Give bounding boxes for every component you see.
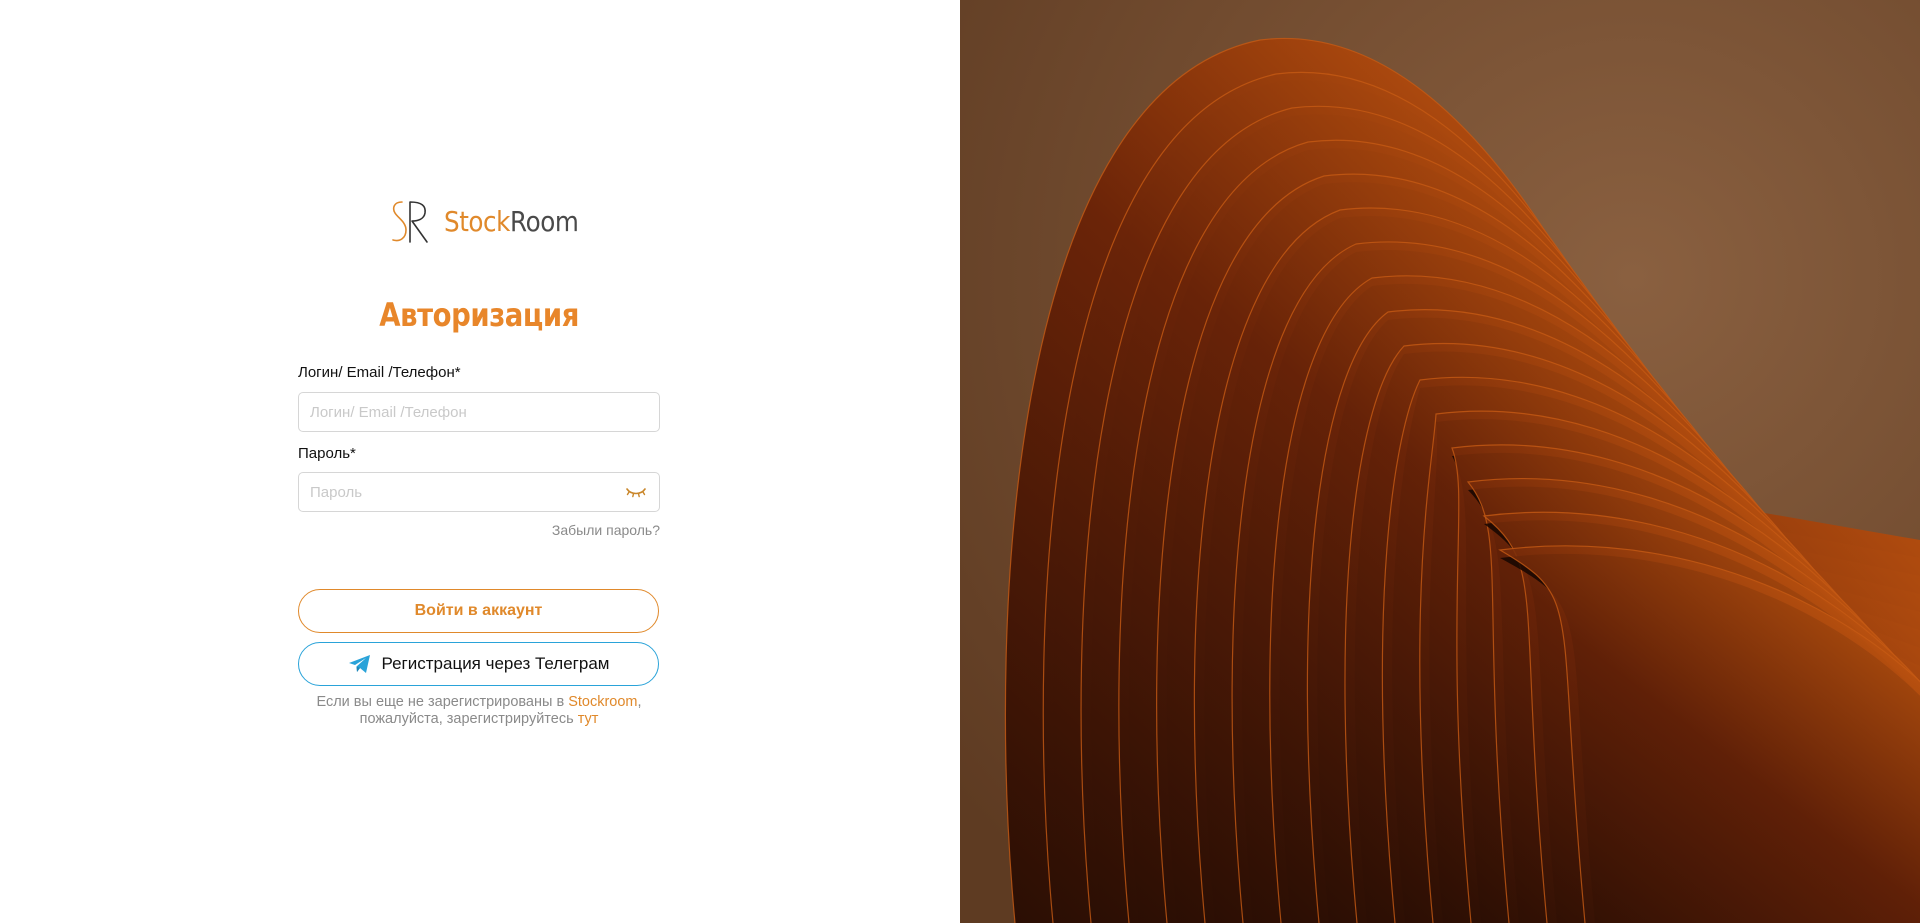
brand-name-stock: Stock: [444, 205, 510, 238]
registration-note: Если вы еще не зарегистрированы в Stockr…: [298, 694, 660, 728]
eye-closed-icon[interactable]: [625, 484, 647, 500]
note-line1-text: Если вы еще не зарегистрированы в: [316, 694, 569, 710]
page-title: Авторизация: [379, 296, 579, 334]
register-here-link[interactable]: тут: [578, 711, 599, 727]
auth-page: StockRoom Авторизация Логин/ Email /Теле…: [0, 0, 1920, 923]
brand-name: StockRoom: [444, 205, 579, 238]
forgot-password-link[interactable]: Забыли пароль?: [552, 522, 660, 538]
hero-image: [960, 0, 1920, 923]
stockroom-link[interactable]: Stockroom: [568, 694, 637, 710]
brand-logo[interactable]: StockRoom: [388, 197, 597, 247]
abstract-wave-art: [960, 0, 1920, 923]
password-field[interactable]: [298, 472, 660, 512]
telegram-register-button[interactable]: Регистрация через Телеграм: [298, 642, 659, 686]
sr-monogram-icon: [392, 201, 428, 243]
brand-name-room: Room: [510, 205, 579, 238]
password-input[interactable]: [299, 473, 610, 511]
password-label: Пароль*: [298, 445, 356, 462]
note-line2-text: пожалуйста, зарегистрируйтесь: [359, 711, 578, 727]
telegram-register-label: Регистрация через Телеграм: [381, 654, 610, 673]
note-line1-suffix: ,: [637, 694, 642, 710]
login-label: Логин/ Email /Телефон*: [298, 364, 461, 381]
auth-panel: StockRoom Авторизация Логин/ Email /Теле…: [0, 0, 960, 923]
login-button-label: Войти в аккаунт: [414, 602, 543, 619]
login-button[interactable]: Войти в аккаунт: [298, 589, 659, 633]
login-field[interactable]: [298, 392, 660, 432]
login-input[interactable]: [299, 393, 610, 431]
telegram-icon: [348, 655, 370, 673]
